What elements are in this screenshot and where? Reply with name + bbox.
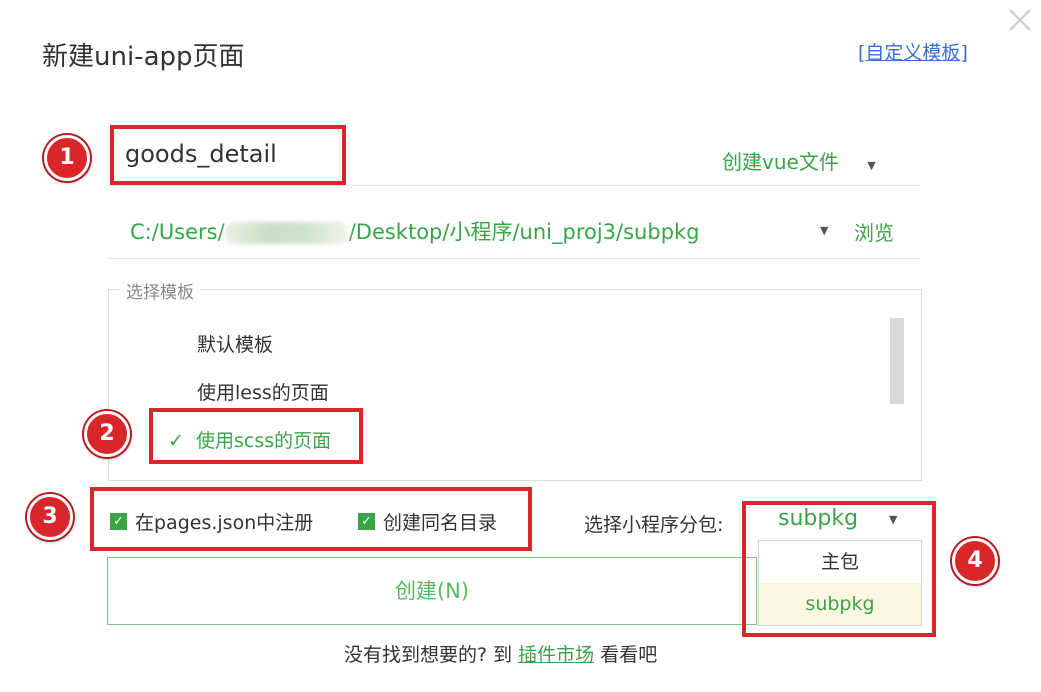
footer-before: 没有找到想要的? 到 xyxy=(344,644,519,666)
annotation-box-2 xyxy=(149,408,363,464)
divider xyxy=(108,185,920,186)
footer-text: 没有找到想要的? 到 插件市场 看看吧 xyxy=(344,640,657,667)
dialog-title: 新建uni-app页面 xyxy=(42,42,245,72)
file-type-label: 创建vue文件 xyxy=(722,150,839,174)
annotation-badge-3: 3 xyxy=(27,494,73,540)
custom-template-label[interactable]: 自定义模板 xyxy=(865,42,960,64)
template-legend: 选择模板 xyxy=(120,278,200,303)
chevron-down-icon: ▼ xyxy=(867,159,876,172)
annotation-badge-1: 1 xyxy=(44,135,90,181)
template-item[interactable]: 使用less的页面 xyxy=(197,378,329,405)
annotation-badge-2: 2 xyxy=(84,411,130,457)
create-button-label: 创建(N) xyxy=(394,579,470,603)
path-dropdown-icon[interactable]: ▼ xyxy=(820,224,828,237)
custom-template-link[interactable]: [自定义模板] xyxy=(858,38,968,65)
annotation-box-1 xyxy=(110,125,346,185)
create-button[interactable]: 创建(N) xyxy=(107,557,757,625)
template-item[interactable]: 默认模板 xyxy=(197,330,273,357)
template-scrollbar[interactable] xyxy=(890,318,904,404)
divider xyxy=(108,258,920,259)
footer-after: 看看吧 xyxy=(594,644,658,666)
plugin-market-link[interactable]: 插件市场 xyxy=(518,644,594,666)
annotation-badge-4: 4 xyxy=(952,538,998,584)
annotation-box-3 xyxy=(90,487,532,551)
bracket-close: ] xyxy=(960,42,968,64)
blurred-username xyxy=(224,222,349,244)
close-icon[interactable] xyxy=(1006,6,1034,34)
subpackage-label: 选择小程序分包: xyxy=(584,514,724,536)
file-type-select[interactable]: 创建vue文件 ▼ xyxy=(722,146,876,175)
path-prefix: C:/Users/ xyxy=(130,220,225,244)
path-input[interactable]: C:/Users/ /Desktop/小程序/uni_proj3/subpkg xyxy=(130,216,700,246)
browse-button[interactable]: 浏览 xyxy=(854,217,894,246)
annotation-box-4 xyxy=(742,501,936,637)
path-suffix: /Desktop/小程序/uni_proj3/subpkg xyxy=(348,220,700,244)
